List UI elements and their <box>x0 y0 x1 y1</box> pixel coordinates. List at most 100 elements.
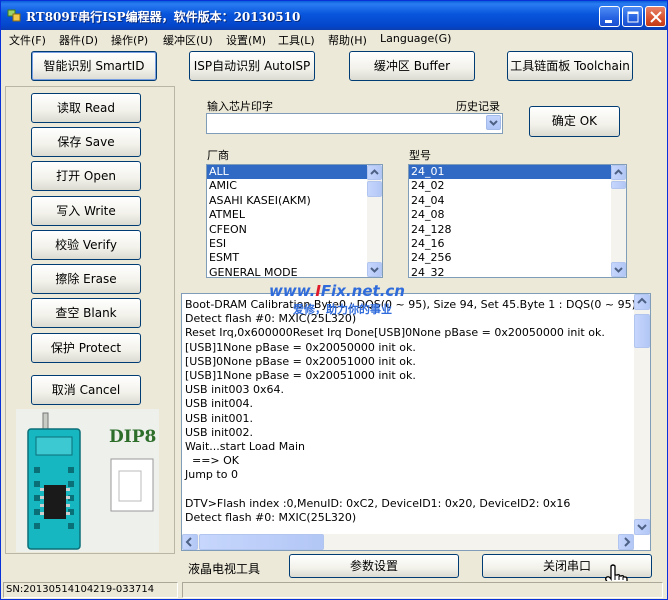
chevron-up-icon <box>370 169 379 175</box>
erase-label: 擦除 Erase <box>55 272 117 286</box>
combo-dropdown-button[interactable] <box>486 115 501 130</box>
save-button[interactable]: 保存 Save <box>31 127 141 157</box>
cancel-button[interactable]: 取消 Cancel <box>31 375 141 405</box>
watermark-slogan: 爱修，助力你的事业 <box>293 303 392 316</box>
scroll-right-button[interactable] <box>618 534 634 550</box>
smart-id-button[interactable]: 智能识别 SmartID <box>31 51 157 81</box>
menu-language[interactable]: Language(G) <box>380 32 451 45</box>
menu-help[interactable]: 帮助(H) <box>328 32 367 48</box>
save-label: 保存 Save <box>57 135 115 149</box>
log-vscrollbar[interactable] <box>634 294 650 535</box>
menu-tools[interactable]: 工具(L) <box>278 32 315 48</box>
log-hscrollbar[interactable] <box>182 534 634 550</box>
verify-button[interactable]: 校验 Verify <box>31 230 141 260</box>
chevron-down-icon <box>637 524 647 531</box>
vendor-item[interactable]: ESI <box>207 237 382 251</box>
log-line: Reset Irq,0x600000Reset Irq Done[USB]0No… <box>185 326 605 340</box>
blank-label: 查空 Blank <box>55 306 117 320</box>
app-icon <box>7 9 21 22</box>
watermark-suffix: Fix.net.cn <box>320 282 405 300</box>
scroll-up-button[interactable] <box>367 165 382 180</box>
log-line: Boot-DRAM Calibration Byte0 : DQS(0 ~ 95… <box>185 298 651 311</box>
model-item[interactable]: 24_01 <box>409 165 626 180</box>
buffer-label: 缓冲区 Buffer <box>373 59 451 73</box>
smart-id-label: 智能识别 SmartID <box>43 59 145 73</box>
open-button[interactable]: 打开 Open <box>31 161 141 191</box>
scroll-down-button[interactable] <box>634 519 650 535</box>
model-item[interactable]: 24_02 <box>409 179 626 193</box>
scroll-down-button[interactable] <box>367 262 382 277</box>
log-line: USB init003 0x64. <box>185 383 284 397</box>
menu-operate[interactable]: 操作(P) <box>111 32 148 48</box>
scroll-thumb[interactable] <box>634 314 650 348</box>
chip-image: DIP8 <box>16 409 159 552</box>
close-icon <box>650 11 662 23</box>
chip-input-combo[interactable] <box>206 113 503 134</box>
model-item[interactable]: 24_128 <box>409 223 626 237</box>
model-scrollbar[interactable] <box>611 165 626 277</box>
chevron-left-icon <box>185 537 192 547</box>
history-label: 历史记录 <box>456 100 500 113</box>
open-label: 打开 Open <box>56 169 116 183</box>
model-list[interactable]: 24_01 24_02 24_04 24_08 24_128 24_16 24_… <box>408 164 627 278</box>
status-message <box>182 582 663 598</box>
vendor-item[interactable]: ESMT <box>207 251 382 265</box>
model-item[interactable]: 24_08 <box>409 208 626 222</box>
menu-bar: 文件(F) 器件(D) 操作(P) 缓冲区(U) 设置(M) 工具(L) 帮助(… <box>1 30 667 47</box>
scroll-thumb[interactable] <box>199 534 324 550</box>
menu-buffer[interactable]: 缓冲区(U) <box>163 32 213 48</box>
log-line: Detect flash #0: MXIC(25L320) <box>185 312 357 326</box>
read-button[interactable]: 读取 Read <box>31 93 141 123</box>
vendor-item[interactable]: GENERAL MODE <box>207 266 382 277</box>
sn-status: SN:20130514104219-033714 <box>3 582 178 598</box>
auto-isp-button[interactable]: ISP自动识别 AutoISP <box>189 51 315 81</box>
params-button[interactable]: 参数设置 <box>289 554 459 578</box>
window-title: RT809F串行ISP编程器，软件版本：20130510 <box>26 10 301 24</box>
vendor-item[interactable]: CFEON <box>207 223 382 237</box>
erase-button[interactable]: 擦除 Erase <box>31 264 141 294</box>
close-button[interactable] <box>645 6 666 27</box>
vendor-scrollbar[interactable] <box>367 165 382 277</box>
toolchain-button[interactable]: 工具链面板 Toolchain <box>507 51 633 81</box>
verify-label: 校验 Verify <box>55 238 117 252</box>
model-item[interactable]: 24_04 <box>409 194 626 208</box>
scroll-thumb[interactable] <box>367 181 382 197</box>
model-item[interactable]: 24_256 <box>409 251 626 265</box>
log-line: DTV>Flash index :0,MenuID: 0xC2, DeviceI… <box>185 496 571 510</box>
write-button[interactable]: 写入 Write <box>31 196 141 226</box>
scroll-down-button[interactable] <box>611 262 626 277</box>
scroll-thumb[interactable] <box>611 181 626 189</box>
params-label: 参数设置 <box>349 559 398 573</box>
log-line: Wait...start Load Main <box>185 439 306 453</box>
menu-device[interactable]: 器件(D) <box>59 32 98 48</box>
blank-button[interactable]: 查空 Blank <box>31 298 141 328</box>
ok-button[interactable]: 确定 OK <box>529 106 620 137</box>
status-bar: SN:20130514104219-033714 <box>1 581 667 599</box>
vendor-item[interactable]: AMIC <box>207 179 382 193</box>
lcd-tools-label: 液晶电视工具 <box>188 562 261 576</box>
minimize-button[interactable] <box>599 6 620 27</box>
chevron-up-icon <box>637 297 647 304</box>
scroll-left-button[interactable] <box>182 534 198 550</box>
log-line: ==> OK <box>185 454 240 468</box>
vendor-item[interactable]: ASAHI KASEI(AKM) <box>207 194 382 208</box>
model-item[interactable]: 24_32 <box>409 266 626 277</box>
vendor-item[interactable]: ALL <box>207 165 382 180</box>
chevron-down-icon <box>489 120 498 126</box>
app-window: RT809F串行ISP编程器，软件版本：20130510 文件(F) 器件(D)… <box>0 0 668 600</box>
buffer-button[interactable]: 缓冲区 Buffer <box>349 51 475 81</box>
model-item[interactable]: 24_16 <box>409 237 626 251</box>
log-output[interactable]: Boot-DRAM Calibration Byte0 : DQS(0 ~ 95… <box>181 293 651 551</box>
protect-button[interactable]: 保护 Protect <box>31 333 141 363</box>
vendor-list[interactable]: ALL AMIC ASAHI KASEI(AKM) ATMEL CFEON ES… <box>206 164 383 278</box>
menu-settings[interactable]: 设置(M) <box>226 32 266 48</box>
minimize-icon <box>605 20 612 23</box>
vendor-item[interactable]: ATMEL <box>207 208 382 222</box>
log-line: [USB]1None pBase = 0x20050000 init ok. <box>185 340 416 354</box>
log-line: USB init002. <box>185 425 253 439</box>
scroll-up-button[interactable] <box>611 165 626 180</box>
menu-file[interactable]: 文件(F) <box>9 32 46 48</box>
maximize-button[interactable] <box>622 6 643 27</box>
title-bar[interactable]: RT809F串行ISP编程器，软件版本：20130510 <box>1 1 667 30</box>
scroll-up-button[interactable] <box>634 294 650 310</box>
